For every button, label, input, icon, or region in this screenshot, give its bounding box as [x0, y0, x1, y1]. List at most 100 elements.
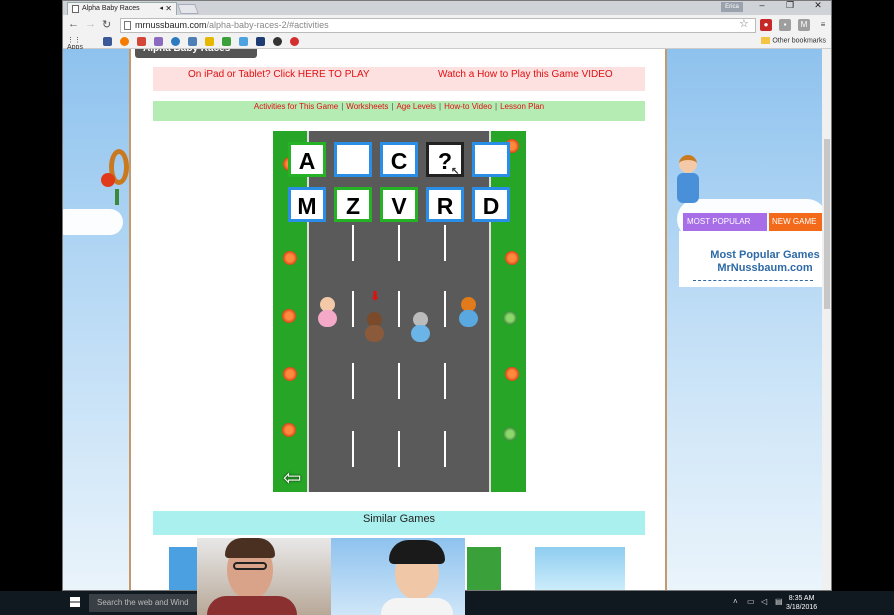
age-levels-link[interactable]: Age Levels	[396, 102, 436, 111]
most-popular-site: MrNussbaum.com	[717, 262, 813, 274]
wordpress-icon[interactable]	[171, 37, 180, 46]
choice-box-r[interactable]: R	[426, 187, 464, 222]
url-host: mrnussbaum.com	[135, 20, 207, 30]
flower	[505, 251, 519, 265]
activity-links: Activities for This Game | Worksheets | Age …	[153, 101, 645, 121]
most-popular-title: Most Popular Games	[710, 249, 820, 261]
tab-title: Alpha Baby Races	[82, 5, 140, 12]
minimize-button[interactable]: –	[753, 1, 771, 10]
address-bar[interactable]: mrnussbaum.com/alpha-baby-races-2/#activ…	[120, 18, 756, 33]
windows-start-icon[interactable]	[70, 597, 80, 607]
taskbar-search[interactable]: Search the web and Wind	[89, 594, 202, 612]
chevron-up-icon[interactable]: ˄	[733, 597, 738, 606]
ipad-link[interactable]: On iPad or Tablet? Click HERE TO PLAY	[188, 69, 370, 80]
reload-icon[interactable]: ↻	[102, 18, 111, 31]
close-window-button[interactable]: ✕	[809, 1, 827, 11]
tomato-icon[interactable]	[290, 37, 299, 46]
facebook-icon[interactable]	[103, 37, 112, 46]
tab-most-popular[interactable]: MOST POPULAR	[683, 213, 767, 231]
flower	[283, 367, 297, 381]
worksheets-link[interactable]: Worksheets	[346, 102, 388, 111]
most-popular-heading: Most Popular Games MrNussbaum.com	[709, 249, 821, 275]
bookmark-icon[interactable]	[222, 37, 231, 46]
back-arrow-icon[interactable]: ⇦	[283, 465, 301, 491]
cartoon-character	[673, 155, 703, 207]
baby-racer-pink	[316, 297, 338, 327]
network-icon[interactable]: ▭	[747, 597, 755, 606]
game-thumbnail[interactable]	[467, 547, 501, 590]
choice-box-d[interactable]: D	[472, 187, 510, 222]
menu-icon[interactable]: ≡	[817, 19, 829, 31]
right-grass	[491, 131, 526, 492]
video-link[interactable]: Watch a How to Play this Game VIDEO	[438, 69, 613, 80]
other-bookmarks-label: Other bookmarks	[772, 37, 826, 45]
adblock-icon[interactable]: ●	[760, 19, 772, 31]
choice-box-m[interactable]: M	[288, 187, 326, 222]
taskbar-clock[interactable]: 8:35 AM 3/18/2016	[786, 594, 817, 612]
lane-marker	[444, 431, 446, 467]
speaker-icon[interactable]: ◂	[159, 3, 163, 15]
baby-racer-blue	[409, 312, 431, 342]
pinterest-icon[interactable]	[256, 37, 265, 46]
link-icon[interactable]	[188, 37, 197, 46]
extension-m-icon[interactable]: M	[798, 19, 810, 31]
flower	[282, 309, 296, 323]
similar-games-header: Similar Games	[153, 511, 645, 535]
notification-icon[interactable]: ▤	[775, 597, 783, 606]
divider	[693, 280, 813, 281]
bush	[503, 311, 517, 325]
sequence-box-2	[334, 142, 372, 177]
right-background	[667, 49, 822, 590]
clock-time: 8:35 AM	[788, 595, 815, 602]
lane-marker	[352, 431, 354, 467]
separator: |	[439, 102, 442, 111]
activities-link[interactable]: Activities for This Game	[254, 102, 338, 111]
other-bookmarks[interactable]: Other bookmarks	[761, 37, 826, 44]
restore-button[interactable]: ❐	[781, 1, 799, 11]
lightbulb-icon[interactable]	[239, 37, 248, 46]
bookmark-icon[interactable]	[205, 37, 214, 46]
bookmark-icon[interactable]	[273, 37, 282, 46]
browser-window: Alpha Baby Races ◂ ✕ Erica – ❐ ✕ ← → ↻ m…	[62, 0, 832, 591]
gmail-icon[interactable]	[137, 37, 146, 46]
volume-icon[interactable]: ◁	[761, 597, 767, 606]
webcam-overlay-left	[197, 538, 331, 615]
lane-marker	[444, 225, 446, 261]
bookmark-icon[interactable]	[120, 37, 129, 46]
scrollbar-thumb[interactable]	[824, 139, 830, 309]
separator: |	[391, 102, 394, 111]
clock-date: 3/18/2016	[786, 604, 818, 611]
left-grass	[273, 131, 307, 492]
lane-marker	[444, 291, 446, 327]
game-canvas[interactable]: A C ? ↖ M Z V R D ⬇ ⇦	[273, 131, 526, 492]
main-page: Alpha Baby Races On iPad or Tablet? Clic…	[129, 49, 667, 590]
baby-racer-player	[363, 312, 385, 342]
separator: |	[341, 102, 344, 111]
game-thumbnail[interactable]	[535, 547, 625, 590]
choice-box-z[interactable]: Z	[334, 187, 372, 222]
left-background	[63, 49, 129, 590]
bookmark-icon[interactable]	[154, 37, 163, 46]
tab-new-games[interactable]: NEW GAME	[769, 213, 822, 231]
browser-tab[interactable]: Alpha Baby Races ◂ ✕	[67, 2, 177, 15]
close-tab-icon[interactable]: ✕	[165, 3, 172, 15]
player-marker-icon: ⬇	[370, 289, 381, 303]
choice-box-v[interactable]: V	[380, 187, 418, 222]
sequence-box-1: A	[288, 142, 326, 177]
extension-icon[interactable]: ▪	[779, 19, 791, 31]
profile-badge[interactable]: Erica	[721, 2, 743, 12]
bookmark-star-icon[interactable]: ☆	[739, 17, 749, 30]
forward-icon[interactable]: →	[85, 18, 96, 30]
mouse-cursor-icon: ↖	[451, 166, 460, 177]
apps-shortcut[interactable]: ⋮⋮ Apps	[67, 36, 97, 51]
tab-strip: Alpha Baby Races ◂ ✕ Erica – ❐ ✕	[63, 1, 831, 15]
page-icon	[124, 21, 131, 30]
page-scrollbar[interactable]	[822, 49, 831, 590]
lane-marker	[352, 291, 354, 327]
how-to-video-link[interactable]: How-to Video	[444, 102, 492, 111]
new-tab-button[interactable]	[177, 4, 199, 14]
back-icon[interactable]: ←	[68, 18, 79, 30]
browser-toolbar: ← → ↻ mrnussbaum.com/alpha-baby-races-2/…	[63, 15, 831, 35]
lesson-plan-link[interactable]: Lesson Plan	[500, 102, 544, 111]
flower	[282, 423, 296, 437]
